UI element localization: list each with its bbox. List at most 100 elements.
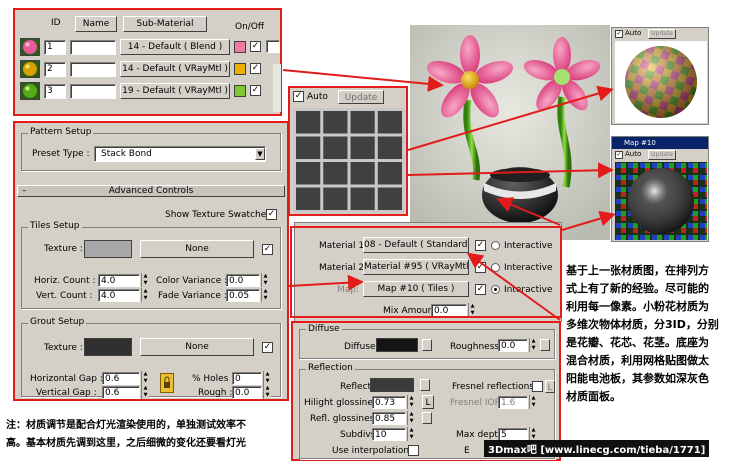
rough-field[interactable]: 0.0 bbox=[232, 386, 262, 399]
tile-cell bbox=[323, 136, 348, 159]
header-name-button[interactable]: Name bbox=[75, 16, 117, 32]
pattern-setup-title: Pattern Setup bbox=[28, 127, 94, 137]
row-2-color-swatch[interactable] bbox=[234, 63, 246, 75]
map10-auto-checkbox[interactable]: ✓ bbox=[615, 151, 623, 159]
show-swatches-checkbox[interactable]: ✓ bbox=[266, 209, 277, 220]
grout-texture-checkbox[interactable]: ✓ bbox=[262, 342, 273, 353]
use-interpolation-checkbox[interactable] bbox=[408, 445, 419, 456]
row-3-on-checkbox[interactable]: ✓ bbox=[250, 85, 261, 96]
material-row-1: 1 14 - Default ( Blend ) ✓ bbox=[20, 38, 282, 56]
hilight-glossiness-field[interactable]: 0.73 bbox=[372, 396, 406, 409]
tile-cell bbox=[350, 187, 375, 210]
horiz-gap-field[interactable]: 0.6 bbox=[102, 372, 140, 385]
horiz-count-spinner[interactable]: ▲ ▼ bbox=[141, 273, 149, 287]
sample-slot-1-icon[interactable] bbox=[20, 38, 40, 56]
row-1-extra-field[interactable] bbox=[266, 40, 280, 53]
grout-texture-swatch[interactable] bbox=[84, 338, 132, 356]
vert-count-field[interactable]: 4.0 bbox=[98, 289, 140, 302]
chevron-down-icon[interactable]: ▼ bbox=[255, 148, 265, 160]
reflection-group-title: Reflection bbox=[306, 363, 355, 373]
preset-type-dropdown[interactable]: Stack Bond bbox=[94, 146, 266, 162]
diffuse-map-button[interactable] bbox=[422, 339, 432, 351]
preset-type-label: Preset Type : bbox=[32, 149, 90, 159]
row-2-name-field[interactable] bbox=[70, 62, 116, 77]
row-1-on-checkbox[interactable]: ✓ bbox=[250, 41, 261, 52]
hilight-glossiness-label: Hilight glossiness bbox=[304, 398, 383, 408]
holes-field[interactable]: 0 bbox=[232, 372, 262, 385]
fade-variance-field[interactable]: 0.05 bbox=[226, 289, 260, 302]
holes-label: % Holes : bbox=[192, 374, 235, 384]
row-2-on-checkbox[interactable]: ✓ bbox=[250, 63, 261, 74]
fresnel-ior-spinner[interactable]: ▲ ▼ bbox=[529, 395, 537, 409]
row-1-color-swatch[interactable] bbox=[234, 41, 246, 53]
sample-slot-3-icon[interactable] bbox=[20, 82, 40, 100]
checker-auto-checkbox[interactable]: ✓ bbox=[615, 30, 623, 38]
vert-gap-spinner[interactable]: ▲ ▼ bbox=[141, 385, 149, 399]
diffuse-color-swatch[interactable] bbox=[376, 338, 418, 352]
refl-glossiness-spinner[interactable]: ▲ ▼ bbox=[407, 411, 415, 425]
vert-count-spinner[interactable]: ▲ ▼ bbox=[141, 288, 149, 302]
tiles-texture-checkbox[interactable]: ✓ bbox=[262, 244, 273, 255]
row-2-id-field[interactable]: 2 bbox=[44, 62, 66, 77]
fresnel-lock-button[interactable]: L bbox=[545, 380, 555, 393]
max-depth-label: Max depth bbox=[456, 430, 504, 440]
max-depth-spinner[interactable]: ▲ ▼ bbox=[529, 427, 537, 441]
scroll-track[interactable] bbox=[273, 64, 281, 112]
hilight-glossiness-spinner[interactable]: ▲ ▼ bbox=[407, 395, 415, 409]
grout-texture-label: Texture : bbox=[44, 343, 83, 353]
roughness-map-button[interactable] bbox=[540, 339, 550, 351]
row-3-sub-material-button[interactable]: 19 - Default ( VRayMtl ) bbox=[120, 83, 230, 99]
refl-glossiness-map-button[interactable] bbox=[422, 412, 432, 424]
map10-titlebar[interactable]: Map #10 bbox=[612, 137, 708, 149]
preview-auto-checkbox[interactable]: ✓ bbox=[293, 91, 304, 102]
color-variance-spinner[interactable]: ▲ ▼ bbox=[261, 273, 269, 287]
roughness-label: Roughness bbox=[450, 342, 500, 352]
fade-variance-label: Fade Variance : bbox=[158, 291, 227, 301]
subdivs-field[interactable]: 10 bbox=[372, 428, 406, 441]
pot-icon bbox=[482, 167, 558, 223]
horiz-count-field[interactable]: 4.0 bbox=[98, 274, 140, 287]
note-line: 式上有了新的经验。尽可能的 bbox=[566, 282, 709, 295]
roughness-field[interactable]: 0.0 bbox=[498, 339, 528, 352]
color-variance-field[interactable]: 0.0 bbox=[226, 274, 260, 287]
row-3-name-field[interactable] bbox=[70, 84, 116, 99]
refl-glossiness-field[interactable]: 0.85 bbox=[372, 412, 406, 425]
map10-update-button[interactable]: Update bbox=[648, 150, 676, 160]
reflect-color-swatch[interactable] bbox=[370, 378, 414, 392]
checker-update-button[interactable]: Update bbox=[648, 29, 676, 39]
row-3-color-swatch[interactable] bbox=[234, 85, 246, 97]
header-sub-material-button[interactable]: Sub-Material bbox=[123, 16, 207, 32]
row-1-id-field[interactable]: 1 bbox=[44, 40, 66, 55]
diffuse-group-title: Diffuse bbox=[306, 324, 342, 334]
fresnel-ior-field[interactable]: 1.6 bbox=[498, 396, 528, 409]
sample-slot-2-icon[interactable] bbox=[20, 60, 40, 78]
note-line: 基于上一张材质图，在排列方 bbox=[566, 264, 709, 277]
fresnel-reflections-checkbox[interactable] bbox=[532, 381, 543, 392]
row-3-id-field[interactable]: 3 bbox=[44, 84, 66, 99]
row-2-sub-material-button[interactable]: 14 - Default ( VRayMtl ) bbox=[120, 61, 230, 77]
advanced-controls-rollout[interactable]: – Advanced Controls bbox=[17, 185, 285, 197]
row-1-sub-material-button[interactable]: 14 - Default ( Blend ) bbox=[120, 39, 230, 55]
preview-update-button[interactable]: Update bbox=[338, 90, 384, 104]
subdivs-spinner[interactable]: ▲ ▼ bbox=[407, 427, 415, 441]
holes-spinner[interactable]: ▲ ▼ bbox=[263, 371, 271, 385]
horiz-gap-spinner[interactable]: ▲ ▼ bbox=[141, 371, 149, 385]
lock-icon[interactable] bbox=[160, 373, 174, 393]
preview-auto-label: Auto bbox=[307, 92, 328, 102]
note-line: 材质面板。 bbox=[566, 390, 621, 403]
fade-variance-spinner[interactable]: ▲ ▼ bbox=[261, 288, 269, 302]
tile-cell bbox=[350, 162, 375, 185]
roughness-spinner[interactable]: ▲ ▼ bbox=[529, 338, 537, 352]
hilight-lock-button[interactable]: L bbox=[422, 395, 434, 409]
preview-window-map10: Map #10 ✓ Auto Update bbox=[611, 136, 709, 242]
row-1-name-field[interactable] bbox=[70, 40, 116, 55]
map10-auto-label: Auto bbox=[625, 150, 642, 158]
rough-spinner[interactable]: ▲ ▼ bbox=[263, 385, 271, 399]
color-variance-label: Color Variance : bbox=[156, 276, 228, 286]
tile-cell bbox=[350, 136, 375, 159]
tiles-texture-none-button[interactable]: None bbox=[140, 240, 254, 258]
grout-texture-none-button[interactable]: None bbox=[140, 338, 254, 356]
tiles-texture-swatch[interactable] bbox=[84, 240, 132, 258]
reflect-map-button[interactable] bbox=[420, 379, 430, 391]
vert-gap-field[interactable]: 0.6 bbox=[102, 386, 140, 399]
